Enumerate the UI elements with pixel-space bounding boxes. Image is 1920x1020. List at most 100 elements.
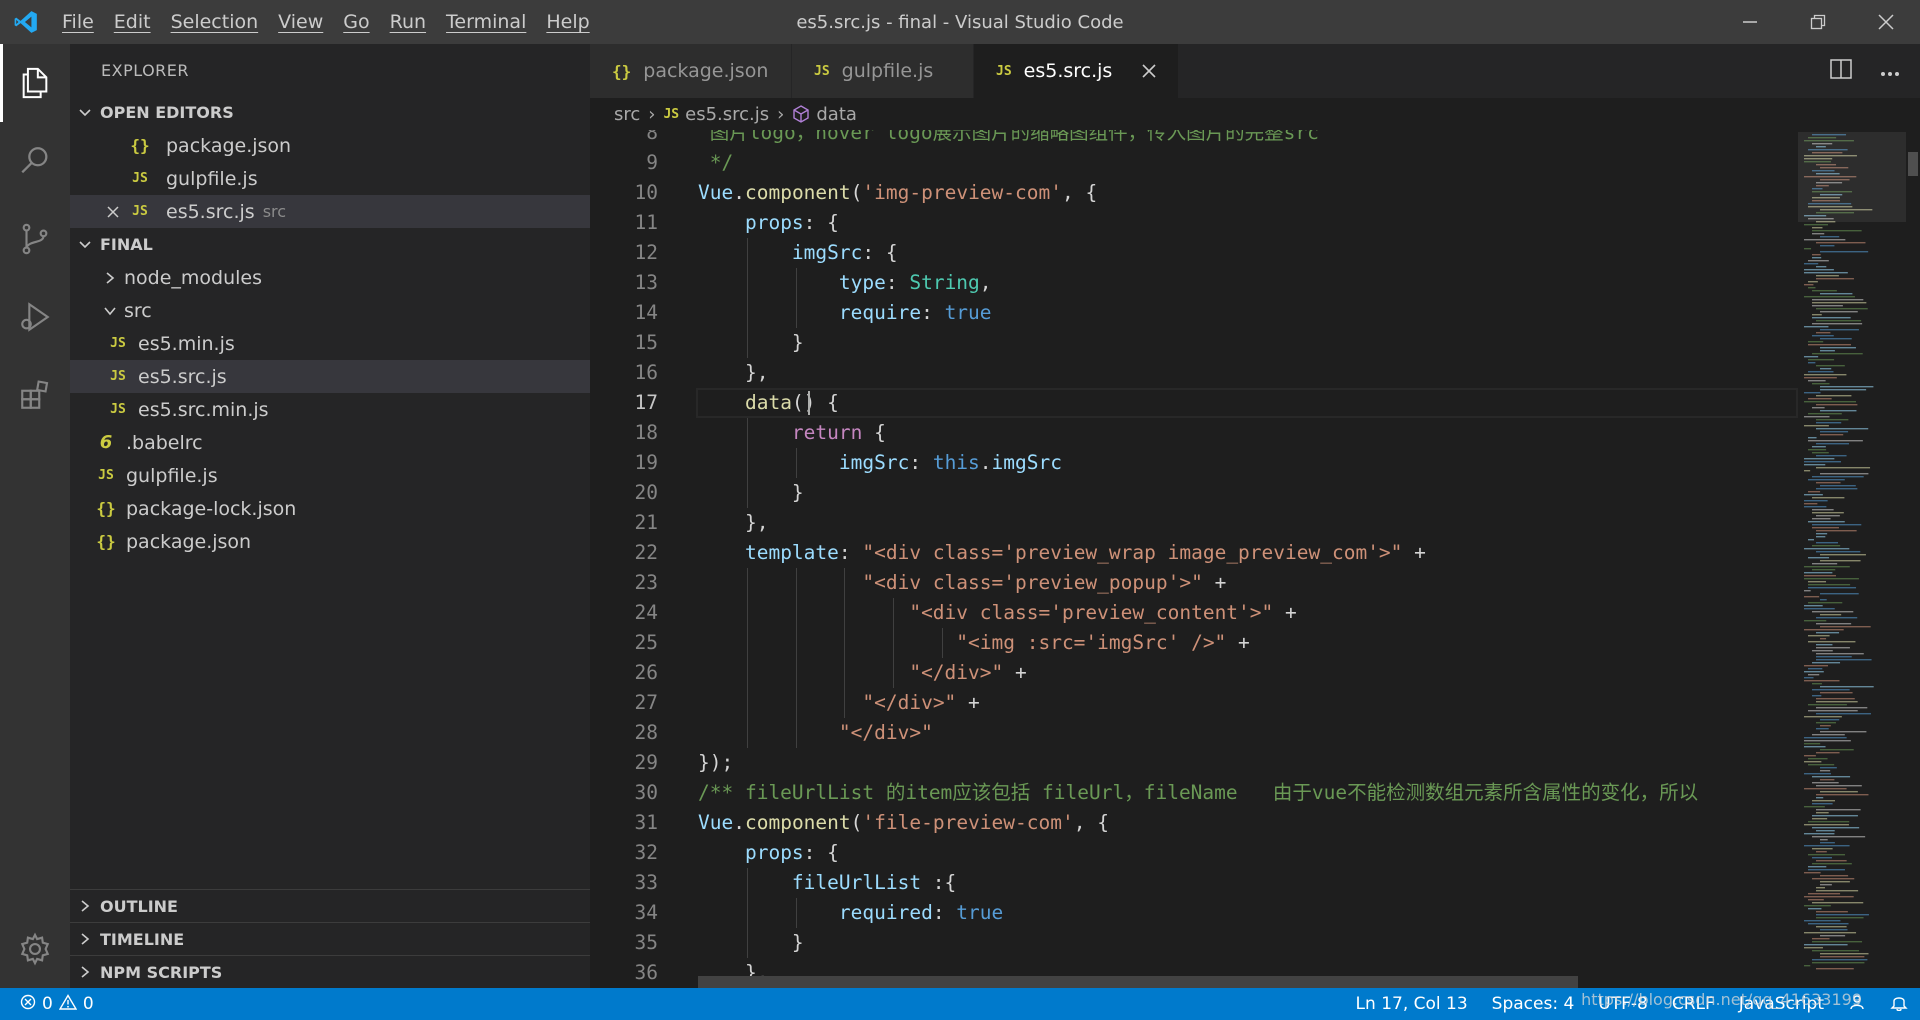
folder-final-header[interactable]: FINAL bbox=[70, 228, 590, 261]
tree-item-babelrc[interactable]: 6 .babelrc bbox=[70, 426, 590, 459]
menu-view[interactable]: View bbox=[268, 0, 333, 44]
minimap-line bbox=[1808, 380, 1826, 382]
line-number: 10 bbox=[634, 181, 658, 204]
minimap-line bbox=[1804, 905, 1831, 907]
minimap-line bbox=[1812, 497, 1845, 499]
minimap-line bbox=[1804, 833, 1835, 835]
chevron-right-icon bbox=[96, 271, 124, 285]
tab-gulpfile[interactable]: JS gulpfile.js bbox=[792, 44, 974, 98]
tree-item-package-lock[interactable]: {} package-lock.json bbox=[70, 492, 590, 525]
cursor-position[interactable]: Ln 17, Col 13 bbox=[1344, 994, 1480, 1014]
indent-guide bbox=[746, 328, 748, 358]
source-control-icon[interactable] bbox=[0, 200, 70, 278]
json-file-icon: {} bbox=[130, 136, 150, 155]
explorer-files-icon[interactable] bbox=[0, 44, 70, 122]
tree-item-es5-min[interactable]: JS es5.min.js bbox=[70, 327, 590, 360]
minimap-line bbox=[1808, 710, 1858, 712]
minimap-line bbox=[1804, 629, 1844, 631]
menu-edit[interactable]: Edit bbox=[104, 0, 161, 44]
scrollbar-thumb[interactable] bbox=[1908, 152, 1918, 176]
vertical-scrollbar[interactable] bbox=[1906, 130, 1920, 988]
more-actions-icon[interactable] bbox=[1880, 62, 1900, 81]
line-source: "<div class='preview_popup'>" + bbox=[862, 571, 1227, 594]
tree-item-gulpfile[interactable]: JS gulpfile.js bbox=[70, 459, 590, 492]
timeline-section-header[interactable]: TIMELINE bbox=[70, 922, 590, 955]
minimap-line bbox=[1804, 458, 1835, 460]
breadcrumb-symbol[interactable]: data bbox=[816, 104, 857, 125]
minimap-line bbox=[1820, 293, 1853, 295]
line-source: Vue.component('img-preview-com', { bbox=[698, 181, 1098, 204]
tree-item-node-modules[interactable]: node_modules bbox=[70, 261, 590, 294]
line-number: 9 bbox=[646, 151, 658, 174]
tree-item-package-json[interactable]: {} package.json bbox=[70, 525, 590, 558]
tab-es5-src[interactable]: JS es5.src.js bbox=[974, 44, 1180, 98]
close-tab-icon[interactable] bbox=[1142, 59, 1156, 83]
minimize-icon[interactable] bbox=[1716, 0, 1784, 44]
extensions-icon[interactable] bbox=[0, 356, 70, 434]
line-source: }); bbox=[698, 751, 734, 774]
line-number: 32 bbox=[634, 841, 658, 864]
open-editor-item-es5-src[interactable]: JS es5.src.js src bbox=[70, 195, 590, 228]
indent-guide bbox=[795, 898, 797, 928]
settings-gear-icon[interactable] bbox=[0, 910, 70, 988]
outline-section-header[interactable]: OUTLINE bbox=[70, 889, 590, 922]
tree-item-es5-src-min[interactable]: JS es5.src.min.js bbox=[70, 393, 590, 426]
search-icon[interactable] bbox=[0, 122, 70, 200]
minimap-line bbox=[1820, 599, 1827, 601]
tab-package-json[interactable]: {} package.json bbox=[590, 44, 792, 98]
restore-icon[interactable] bbox=[1784, 0, 1852, 44]
tab-label: es5.src.js bbox=[1023, 60, 1113, 82]
indent-guide bbox=[746, 718, 748, 748]
minimap-line bbox=[1816, 419, 1849, 421]
js-file-icon: JS bbox=[110, 369, 126, 384]
menu-go[interactable]: Go bbox=[333, 0, 379, 44]
minimap-line bbox=[1812, 863, 1852, 865]
open-editor-item-gulpfile[interactable]: JS gulpfile.js bbox=[70, 162, 590, 195]
run-debug-icon[interactable] bbox=[0, 278, 70, 356]
sidebar-bottom-sections: OUTLINE TIMELINE NPM SCRIPTS bbox=[70, 889, 590, 988]
breadcrumb-file[interactable]: es5.src.js bbox=[685, 104, 769, 125]
indent-guide bbox=[746, 658, 748, 688]
chevron-right-icon bbox=[70, 899, 100, 913]
indent-guide bbox=[844, 598, 846, 628]
indent-guide bbox=[746, 568, 748, 598]
tree-item-es5-src[interactable]: JS es5.src.js bbox=[70, 360, 590, 393]
open-editor-item-package-json[interactable]: {} package.json bbox=[70, 129, 590, 162]
minimap-line bbox=[1820, 560, 1861, 562]
menu-selection[interactable]: Selection bbox=[161, 0, 269, 44]
line-source: return { bbox=[791, 421, 886, 444]
open-editors-header[interactable]: OPEN EDITORS bbox=[70, 96, 590, 129]
menu-run[interactable]: Run bbox=[380, 0, 436, 44]
minimap-line bbox=[1812, 734, 1845, 736]
line-number: 8 bbox=[646, 130, 658, 144]
indentation[interactable]: Spaces: 4 bbox=[1480, 994, 1587, 1014]
section-title: OUTLINE bbox=[100, 896, 178, 916]
minimap-line bbox=[1820, 884, 1832, 886]
chevron-down-icon bbox=[96, 305, 124, 317]
minimap-line bbox=[1804, 755, 1816, 757]
minimap-line bbox=[1816, 968, 1854, 970]
menu-file[interactable]: File bbox=[52, 0, 104, 44]
menu-help[interactable]: Help bbox=[536, 0, 599, 44]
code-line: 22 template: "<div class='preview_wrap i… bbox=[590, 538, 1798, 568]
breadcrumb-folder[interactable]: src bbox=[614, 104, 640, 125]
close-editor-icon[interactable] bbox=[100, 205, 126, 219]
minimap[interactable] bbox=[1798, 130, 1906, 988]
split-editor-icon[interactable] bbox=[1830, 59, 1852, 83]
horizontal-scrollbar-thumb[interactable] bbox=[698, 976, 1578, 988]
code-line: 20 } bbox=[590, 478, 1798, 508]
code-line: 13 type: String, bbox=[590, 268, 1798, 298]
notifications-bell-icon[interactable] bbox=[1878, 993, 1920, 1016]
activity-bar bbox=[0, 44, 70, 988]
npm-scripts-section-header[interactable]: NPM SCRIPTS bbox=[70, 955, 590, 988]
minimap-line bbox=[1816, 887, 1825, 889]
minimap-line bbox=[1816, 851, 1827, 853]
horizontal-scrollbar[interactable] bbox=[590, 974, 1798, 988]
code-editor[interactable]: 8 图片logo，hover logo展示图片的缩略图组件，传入图片的完整src… bbox=[590, 130, 1798, 988]
close-window-icon[interactable] bbox=[1852, 0, 1920, 44]
tree-item-src[interactable]: src bbox=[70, 294, 590, 327]
menu-terminal[interactable]: Terminal bbox=[436, 0, 536, 44]
minimap-line bbox=[1820, 731, 1867, 733]
minimap-line bbox=[1808, 923, 1849, 925]
problems-indicator[interactable]: 0 0 bbox=[0, 993, 94, 1015]
